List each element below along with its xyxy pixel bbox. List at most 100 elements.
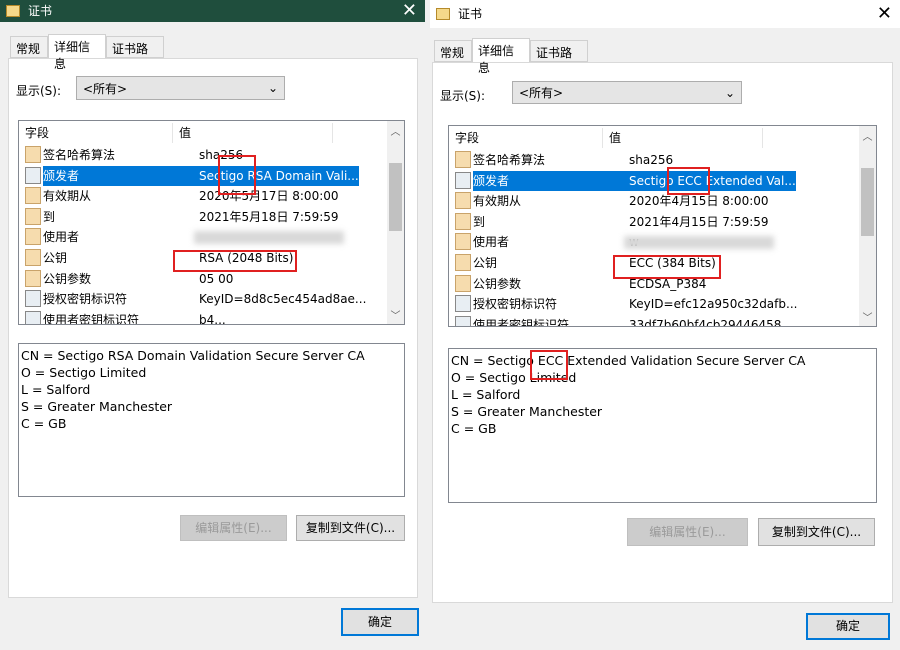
column-header-field[interactable]: 字段 bbox=[449, 128, 603, 148]
detail-line: C = GB bbox=[451, 421, 497, 436]
field-value: KeyID=efc12a950c32dafb... bbox=[629, 297, 798, 312]
window-title: 证书 bbox=[458, 7, 483, 21]
list-item[interactable]: 颁发者 Sectigo RSA Domain Vali... bbox=[23, 165, 359, 186]
field-value: ECDSA_P384 bbox=[629, 276, 707, 291]
list-item[interactable]: 使用者密钥标识符 33df7b60bf4cb29446458 bbox=[453, 315, 782, 327]
vertical-scrollbar[interactable]: ︿ ﹀ bbox=[387, 121, 404, 324]
list-item[interactable]: 使用者 bbox=[23, 227, 199, 247]
list-item[interactable]: 公钥 RSA (2048 Bits) bbox=[23, 248, 293, 268]
chevron-down-icon: ⌄ bbox=[267, 81, 278, 95]
certificate-field-icon bbox=[25, 269, 41, 287]
field-name: 签名哈希算法 bbox=[473, 153, 546, 167]
list-item[interactable]: 签名哈希算法 sha256 bbox=[23, 145, 243, 165]
title-bar: 证书 ✕ bbox=[0, 0, 425, 22]
field-name: 颁发者 bbox=[473, 170, 613, 191]
field-name: 签名哈希算法 bbox=[43, 148, 116, 162]
detail-line: O = Sectigo Limited bbox=[21, 365, 147, 380]
list-item[interactable]: 授权密钥标识符 KeyID=efc12a950c32dafb... bbox=[453, 294, 797, 314]
field-name: 公钥 bbox=[473, 256, 498, 270]
list-item[interactable]: 有效期从 2020年4月15日 8:00:00 bbox=[453, 191, 769, 211]
tab-cert-path[interactable]: 证书路径 bbox=[530, 40, 588, 77]
tab-general[interactable]: 常规 bbox=[10, 36, 48, 58]
field-value: KeyID=8d8c5ec454ad8ae... bbox=[199, 292, 367, 307]
scroll-down-icon[interactable]: ﹀ bbox=[387, 307, 404, 322]
close-icon[interactable]: ✕ bbox=[877, 0, 892, 28]
certificate-field-icon bbox=[455, 192, 471, 210]
detail-line: C = GB bbox=[21, 416, 67, 431]
tab-details[interactable]: 详细信息 bbox=[472, 38, 530, 75]
detail-line: CN = Sectigo RSA Domain Validation Secur… bbox=[21, 348, 365, 363]
field-value: Sectigo RSA Domain Vali... bbox=[183, 165, 359, 186]
show-dropdown-value: <所有> bbox=[83, 81, 128, 96]
show-label: 显示(S): bbox=[440, 89, 486, 103]
field-name: 使用者密钥标识符 bbox=[473, 317, 570, 327]
list-item[interactable]: 使用者w bbox=[453, 232, 639, 252]
show-dropdown[interactable]: <所有> ⌄ bbox=[512, 81, 742, 104]
key-id-icon bbox=[25, 310, 41, 324]
field-list[interactable]: 字段值签名哈希算法 sha256 颁发者 Sectigo RSA Domain Val… bbox=[18, 120, 405, 325]
tab-general[interactable]: 常规 bbox=[434, 40, 472, 62]
list-item[interactable]: 有效期从 2020年5月17日 8:00:00 bbox=[23, 186, 339, 206]
certificate-field-icon bbox=[455, 233, 471, 251]
field-detail-text[interactable]: CN = Sectigo RSA Domain Validation Secur… bbox=[18, 343, 405, 497]
field-name: 公钥参数 bbox=[43, 271, 92, 286]
list-item[interactable]: 公钥参数 ECDSA_P384 bbox=[453, 274, 706, 294]
tab-cert-path[interactable]: 证书路径 bbox=[106, 36, 164, 73]
scroll-up-icon[interactable]: ︿ bbox=[387, 123, 404, 138]
ok-button[interactable]: 确定 bbox=[341, 608, 419, 636]
field-name: 授权密钥标识符 bbox=[43, 292, 128, 307]
scrollbar-thumb[interactable] bbox=[389, 163, 402, 231]
detail-line: L = Salford bbox=[451, 387, 521, 402]
field-list[interactable]: 字段值签名哈希算法 sha256 颁发者 Sectigo ECC Extended V… bbox=[448, 125, 877, 327]
field-name: 公钥 bbox=[43, 251, 68, 265]
vertical-scrollbar[interactable]: ︿ ﹀ bbox=[859, 126, 876, 326]
list-item[interactable]: 公钥 ECC (384 Bits) bbox=[453, 253, 716, 273]
edit-properties-button: 编辑属性(E)... bbox=[627, 518, 748, 546]
list-item[interactable]: 使用者密钥标识符 b4... bbox=[23, 310, 226, 325]
scroll-down-icon[interactable]: ﹀ bbox=[859, 309, 876, 324]
copy-to-file-button[interactable]: 复制到文件(C)... bbox=[758, 518, 875, 546]
chevron-down-icon: ⌄ bbox=[724, 85, 735, 100]
list-item[interactable]: 到 2021年4月15日 7:59:59 bbox=[453, 212, 769, 232]
list-item[interactable]: 颁发者 Sectigo ECC Extended Val... bbox=[453, 170, 796, 191]
detail-line: O = Sectigo Limited bbox=[451, 370, 577, 385]
field-value: sha256 bbox=[629, 153, 674, 167]
certificate-field-icon bbox=[25, 146, 41, 163]
scroll-up-icon[interactable]: ︿ bbox=[859, 128, 876, 143]
certificate-field-icon bbox=[25, 228, 41, 246]
list-item[interactable]: 公钥参数 05 00 bbox=[23, 269, 233, 289]
scrollbar-thumb[interactable] bbox=[861, 168, 874, 236]
close-icon[interactable]: ✕ bbox=[402, 0, 417, 22]
certificate-field-icon bbox=[455, 254, 471, 271]
field-value: b4... bbox=[199, 312, 226, 325]
key-id-icon bbox=[25, 290, 41, 308]
show-dropdown-value: <所有> bbox=[519, 86, 564, 100]
column-header-field[interactable]: 字段 bbox=[19, 123, 173, 143]
certificate-field-icon bbox=[25, 187, 41, 205]
tab-details[interactable]: 详细信息 bbox=[48, 34, 106, 71]
certificate-icon bbox=[6, 5, 20, 17]
list-item[interactable]: 签名哈希算法 sha256 bbox=[453, 150, 673, 170]
show-dropdown[interactable]: <所有> ⌄ bbox=[76, 76, 285, 100]
certificate-dialog: 证书 ✕ 常规详细信息证书路径显示(S): <所有> ⌄ 字段值签名哈希算法 sha256 颁… bbox=[430, 0, 900, 650]
field-name: 有效期从 bbox=[43, 189, 92, 204]
field-value: 2021年5月18日 7:59:59 bbox=[199, 209, 339, 224]
copy-to-file-button[interactable]: 复制到文件(C)... bbox=[296, 515, 405, 541]
ok-button[interactable]: 确定 bbox=[806, 613, 890, 640]
field-detail-text[interactable]: CN = Sectigo ECC Extended Validation Sec… bbox=[448, 348, 877, 503]
detail-line: S = Greater Manchester bbox=[451, 404, 603, 419]
certificate-field-icon bbox=[455, 274, 471, 292]
field-name: 使用者 bbox=[473, 235, 510, 250]
certificate-field-icon bbox=[455, 212, 471, 230]
show-label: 显示(S): bbox=[16, 84, 62, 98]
column-header-value[interactable]: 值 bbox=[603, 128, 763, 148]
certificate-field-icon bbox=[455, 171, 471, 189]
certificate-dialog: 证书 ✕ 常规详细信息证书路径显示(S): <所有> ⌄ 字段值签名哈希算法 sha256 颁… bbox=[0, 0, 425, 650]
field-value: sha256 bbox=[199, 148, 244, 162]
field-value: 33df7b60bf4cb29446458 bbox=[629, 317, 782, 327]
column-header-value[interactable]: 值 bbox=[173, 123, 333, 143]
list-item[interactable]: 到 2021年5月18日 7:59:59 bbox=[23, 207, 339, 227]
list-item[interactable]: 授权密钥标识符 KeyID=8d8c5ec454ad8ae... bbox=[23, 289, 366, 309]
screenshot: 证书✕常规详细信息证书路径显示(S):<所有>⌄字段值签名哈希算法sha256颁… bbox=[0, 0, 900, 650]
field-value: 2021年4月15日 7:59:59 bbox=[629, 214, 769, 229]
